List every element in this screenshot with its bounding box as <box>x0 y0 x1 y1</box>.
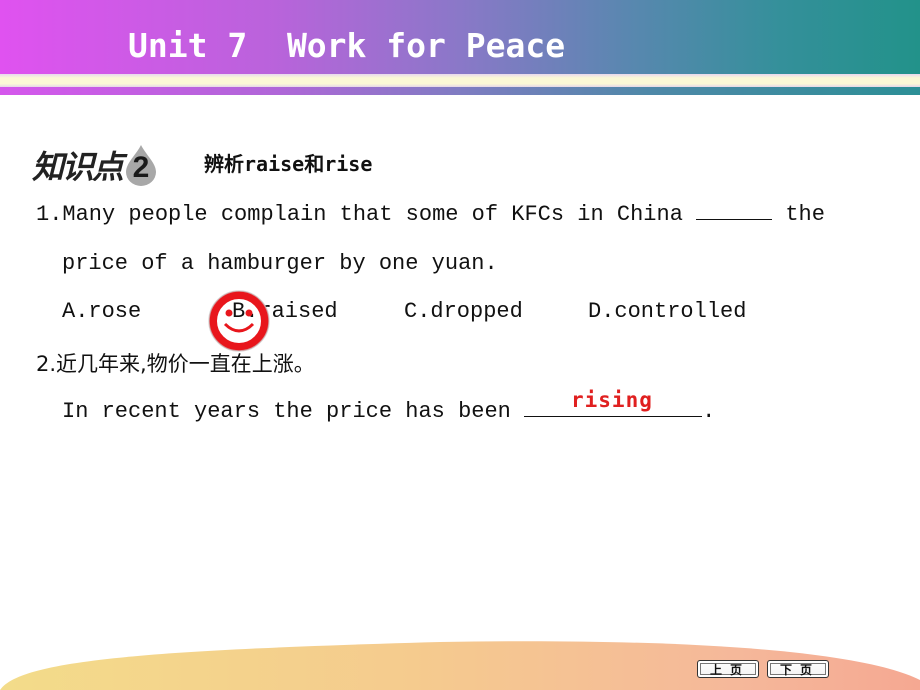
knowledge-point-label: 知识点 <box>32 148 124 186</box>
question-2-chinese-text: 近几年来,物价一直在上涨。 <box>56 352 315 376</box>
knowledge-point-heading: 知识点 2 <box>32 142 158 188</box>
question-1-text-after: the <box>785 202 825 227</box>
header-banner: Unit 7 Work for Peace <box>0 0 920 74</box>
unit-title: Unit 7 Work for Peace <box>128 26 566 65</box>
option-c[interactable]: C.dropped <box>404 299 523 324</box>
knowledge-point-number: 2 <box>132 151 150 184</box>
question-1-blank <box>696 201 773 220</box>
question-2-number: 2. <box>36 352 57 376</box>
topic-title: 辨析raise和rise <box>204 152 373 176</box>
question-1-line-2: price of a hamburger by one yuan. <box>62 251 498 276</box>
header-stripe-light <box>0 74 920 87</box>
question-2-text-after: . <box>702 399 716 424</box>
drop-badge-icon: 2 <box>124 143 158 187</box>
question-1-number: 1. <box>36 202 63 227</box>
header-stripe-dark <box>0 87 920 95</box>
question-2-text-before: In recent years the price has been <box>62 399 511 424</box>
question-2-chinese: 2.近几年来,物价一直在上涨。 <box>36 348 315 378</box>
question-2-answer: rising <box>571 388 653 412</box>
option-a[interactable]: A.rose <box>62 299 141 324</box>
prev-page-button[interactable]: 上页 <box>697 660 759 678</box>
next-page-button[interactable]: 下页 <box>767 660 829 678</box>
question-1-text-before: Many people complain that some of KFCs i… <box>62 202 683 227</box>
question-1-line-1: 1.Many people complain that some of KFCs… <box>36 201 825 227</box>
option-d[interactable]: D.controlled <box>588 299 746 324</box>
smiley-face-icon <box>208 290 270 352</box>
